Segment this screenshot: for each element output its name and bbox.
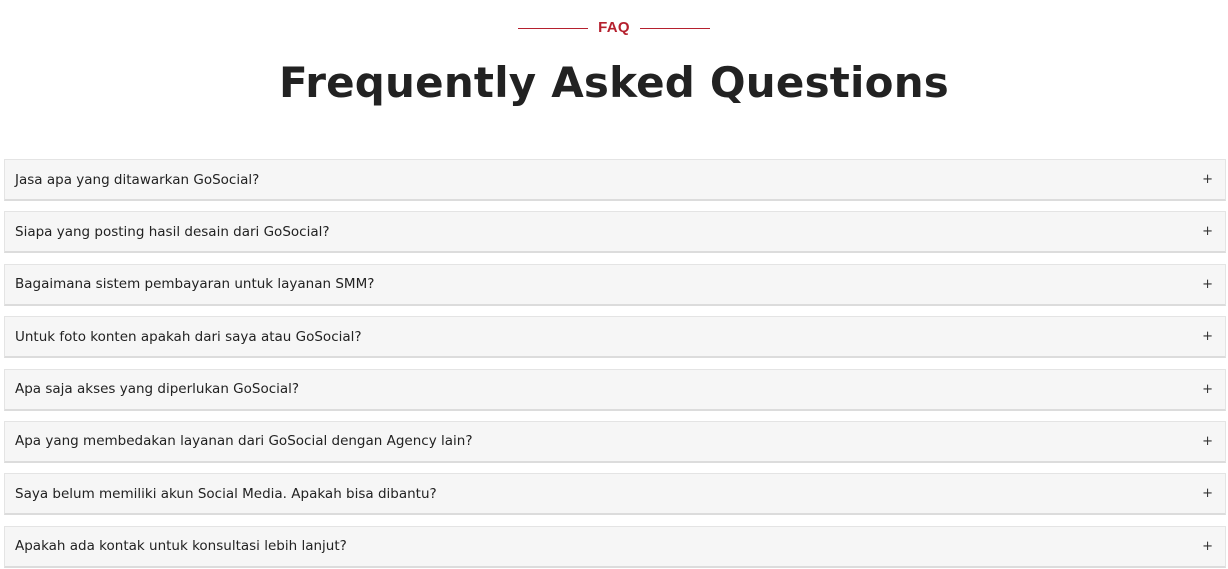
faq-question: Apa yang membedakan layanan dari GoSocia… (15, 433, 473, 450)
plus-icon[interactable]: + (1202, 383, 1213, 396)
faq-item[interactable]: Apa saja akses yang diperlukan GoSocial?… (4, 368, 1226, 411)
plus-icon[interactable]: + (1202, 278, 1213, 291)
faq-question: Apakah ada kontak untuk konsultasi lebih… (15, 538, 347, 555)
eyebrow-line-right (639, 27, 710, 29)
faq-item[interactable]: Apa yang membedakan layanan dari GoSocia… (4, 420, 1226, 463)
faq-item[interactable]: Untuk foto konten apakah dari saya atau … (4, 316, 1226, 359)
faq-question: Bagaimana sistem pembayaran untuk layana… (15, 276, 375, 293)
faq-item[interactable]: Saya belum memiliki akun Social Media. A… (4, 473, 1226, 516)
faq-item[interactable]: Apakah ada kontak untuk konsultasi lebih… (4, 525, 1226, 568)
plus-icon[interactable]: + (1202, 540, 1213, 553)
plus-icon[interactable]: + (1202, 173, 1213, 186)
plus-icon[interactable]: + (1202, 330, 1213, 343)
faq-section: FAQ Frequently Asked Questions Jasa apa … (0, 0, 1228, 569)
faq-eyebrow: FAQ (0, 18, 1228, 38)
faq-list: Jasa apa yang ditawarkan GoSocial? + Sia… (4, 159, 1226, 569)
faq-question: Saya belum memiliki akun Social Media. A… (15, 485, 437, 502)
faq-item[interactable]: Jasa apa yang ditawarkan GoSocial? + (4, 159, 1226, 201)
plus-icon[interactable]: + (1202, 435, 1213, 448)
plus-icon[interactable]: + (1202, 487, 1213, 500)
faq-item[interactable]: Siapa yang posting hasil desain dari GoS… (4, 211, 1226, 254)
faq-question: Siapa yang posting hasil desain dari GoS… (15, 223, 330, 240)
eyebrow-line-left (518, 27, 589, 29)
page-title: Frequently Asked Questions (278, 58, 950, 107)
faq-item[interactable]: Bagaimana sistem pembayaran untuk layana… (4, 263, 1226, 306)
eyebrow-label: FAQ (598, 19, 630, 36)
faq-question: Untuk foto konten apakah dari saya atau … (15, 328, 362, 345)
faq-question: Apa saja akses yang diperlukan GoSocial? (15, 381, 300, 398)
plus-icon[interactable]: + (1202, 225, 1213, 238)
faq-question: Jasa apa yang ditawarkan GoSocial? (15, 171, 260, 188)
